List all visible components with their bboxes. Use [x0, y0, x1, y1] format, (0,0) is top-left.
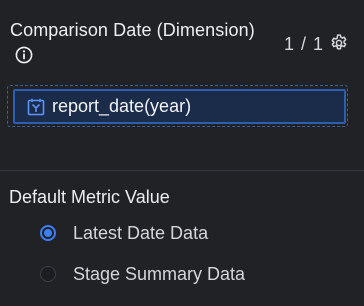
section-divider: [0, 170, 364, 171]
date-field-icon: [27, 98, 45, 115]
gear-icon[interactable]: [329, 33, 349, 53]
field-counter: 1 / 1: [284, 34, 325, 54]
default-metric-title: Default Metric Value: [9, 187, 170, 207]
info-circle-icon[interactable]: [15, 46, 33, 64]
dimension-field-label: report_date(year): [52, 96, 192, 116]
radio-label-stage-summary: Stage Summary Data: [73, 263, 246, 284]
radio-button-unselected[interactable]: [40, 266, 56, 282]
radio-label-latest-date: Latest Date Data: [73, 222, 209, 243]
dimension-field-chip[interactable]: report_date(year): [13, 89, 346, 124]
comparison-date-title: Comparison Date (Dimension): [10, 20, 255, 40]
radio-option-stage-summary[interactable]: Stage Summary Data: [40, 262, 245, 286]
radio-option-latest-date[interactable]: Latest Date Data: [40, 221, 208, 245]
radio-button-selected[interactable]: [40, 225, 56, 241]
